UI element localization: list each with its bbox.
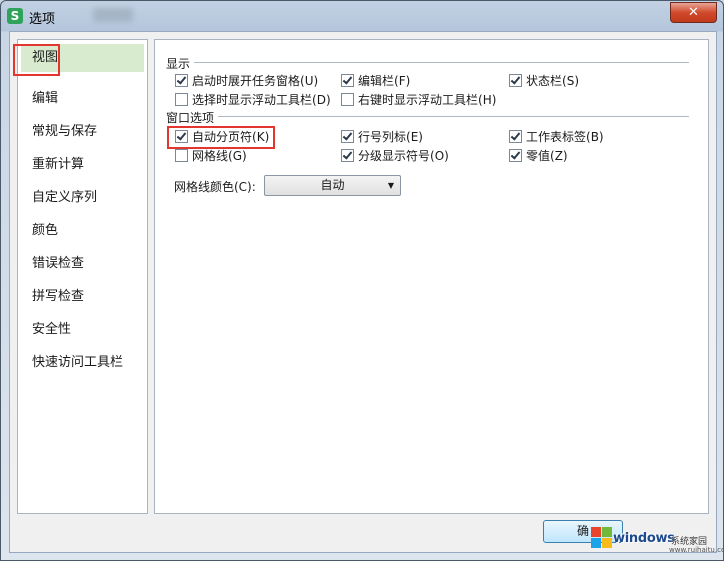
nav-item-color[interactable]: 颜色: [21, 217, 144, 245]
section-divider: [194, 62, 689, 63]
option-float-toolbar-select[interactable]: 选择时显示浮动工具栏(D): [175, 92, 331, 108]
checkbox[interactable]: [341, 130, 354, 143]
checkbox[interactable]: [341, 74, 354, 87]
nav-item-security[interactable]: 安全性: [21, 316, 144, 344]
watermark-brand: windows: [613, 531, 675, 546]
checkbox[interactable]: [509, 130, 522, 143]
gridline-color-select[interactable]: 自动 ▼: [264, 175, 401, 196]
highlight-box-auto-page-break: [167, 126, 275, 149]
checkbox[interactable]: [341, 93, 354, 106]
nav-item-spell-check[interactable]: 拼写检查: [21, 283, 144, 311]
gridline-color-value: 自动: [320, 178, 345, 192]
nav-item-custom-lists[interactable]: 自定义序列: [21, 184, 144, 212]
nav-item-recalc[interactable]: 重新计算: [21, 151, 144, 179]
checkbox[interactable]: [175, 74, 188, 87]
nav-item-error-check[interactable]: 错误检查: [21, 250, 144, 278]
option-status-bar[interactable]: 状态栏(S): [509, 73, 579, 89]
option-formula-bar[interactable]: 编辑栏(F): [341, 73, 410, 89]
option-outline-symbols[interactable]: 分级显示符号(O): [341, 148, 449, 164]
highlight-box-view: [13, 44, 60, 76]
checkbox[interactable]: [175, 93, 188, 106]
blurred-title-area: [93, 8, 133, 22]
option-gridlines[interactable]: 网格线(G): [175, 148, 247, 164]
windows-logo-icon: [591, 527, 613, 549]
nav-item-edit[interactable]: 编辑: [21, 85, 144, 113]
section-divider: [218, 116, 689, 117]
section-window-options-title: 窗口选项: [166, 111, 215, 125]
title-bar[interactable]: S 选项 ✕: [1, 1, 723, 31]
category-nav: 视图 编辑 常规与保存 重新计算 自定义序列 颜色 错误检查 拼写检查 安全性 …: [17, 39, 148, 514]
option-float-toolbar-rightclick[interactable]: 右键时显示浮动工具栏(H): [341, 92, 496, 108]
nav-item-general-save[interactable]: 常规与保存: [21, 118, 144, 146]
checkbox[interactable]: [175, 149, 188, 162]
checkbox[interactable]: [509, 74, 522, 87]
option-sheet-tabs[interactable]: 工作表标签(B): [509, 129, 604, 145]
close-button[interactable]: ✕: [670, 2, 717, 23]
watermark: windows 系统家园 www.ruihaitu.com: [589, 523, 723, 557]
option-show-task-pane[interactable]: 启动时展开任务窗格(U): [175, 73, 318, 89]
nav-item-quick-access[interactable]: 快速访问工具栏: [21, 349, 144, 377]
ok-button-label: 确: [576, 524, 589, 538]
checkbox[interactable]: [341, 149, 354, 162]
dropdown-arrow-icon: ▼: [387, 181, 394, 190]
dialog-body: 视图 编辑 常规与保存 重新计算 自定义序列 颜色 错误检查 拼写检查 安全性 …: [9, 31, 717, 553]
option-zero-values[interactable]: 零值(Z): [509, 148, 568, 164]
watermark-url: www.ruihaitu.com: [669, 546, 723, 554]
gridline-color-label: 网格线颜色(C):: [174, 180, 256, 194]
checkbox[interactable]: [509, 149, 522, 162]
window-title: 选项: [29, 12, 56, 27]
section-display-title: 显示: [166, 57, 191, 71]
settings-panel: [154, 39, 709, 514]
options-dialog: S 选项 ✕ 视图 编辑 常规与保存 重新计算 自定义序列 颜色 错误检查 拼写…: [0, 0, 724, 561]
wps-app-icon: S: [7, 8, 23, 24]
option-row-col-headers[interactable]: 行号列标(E): [341, 129, 423, 145]
